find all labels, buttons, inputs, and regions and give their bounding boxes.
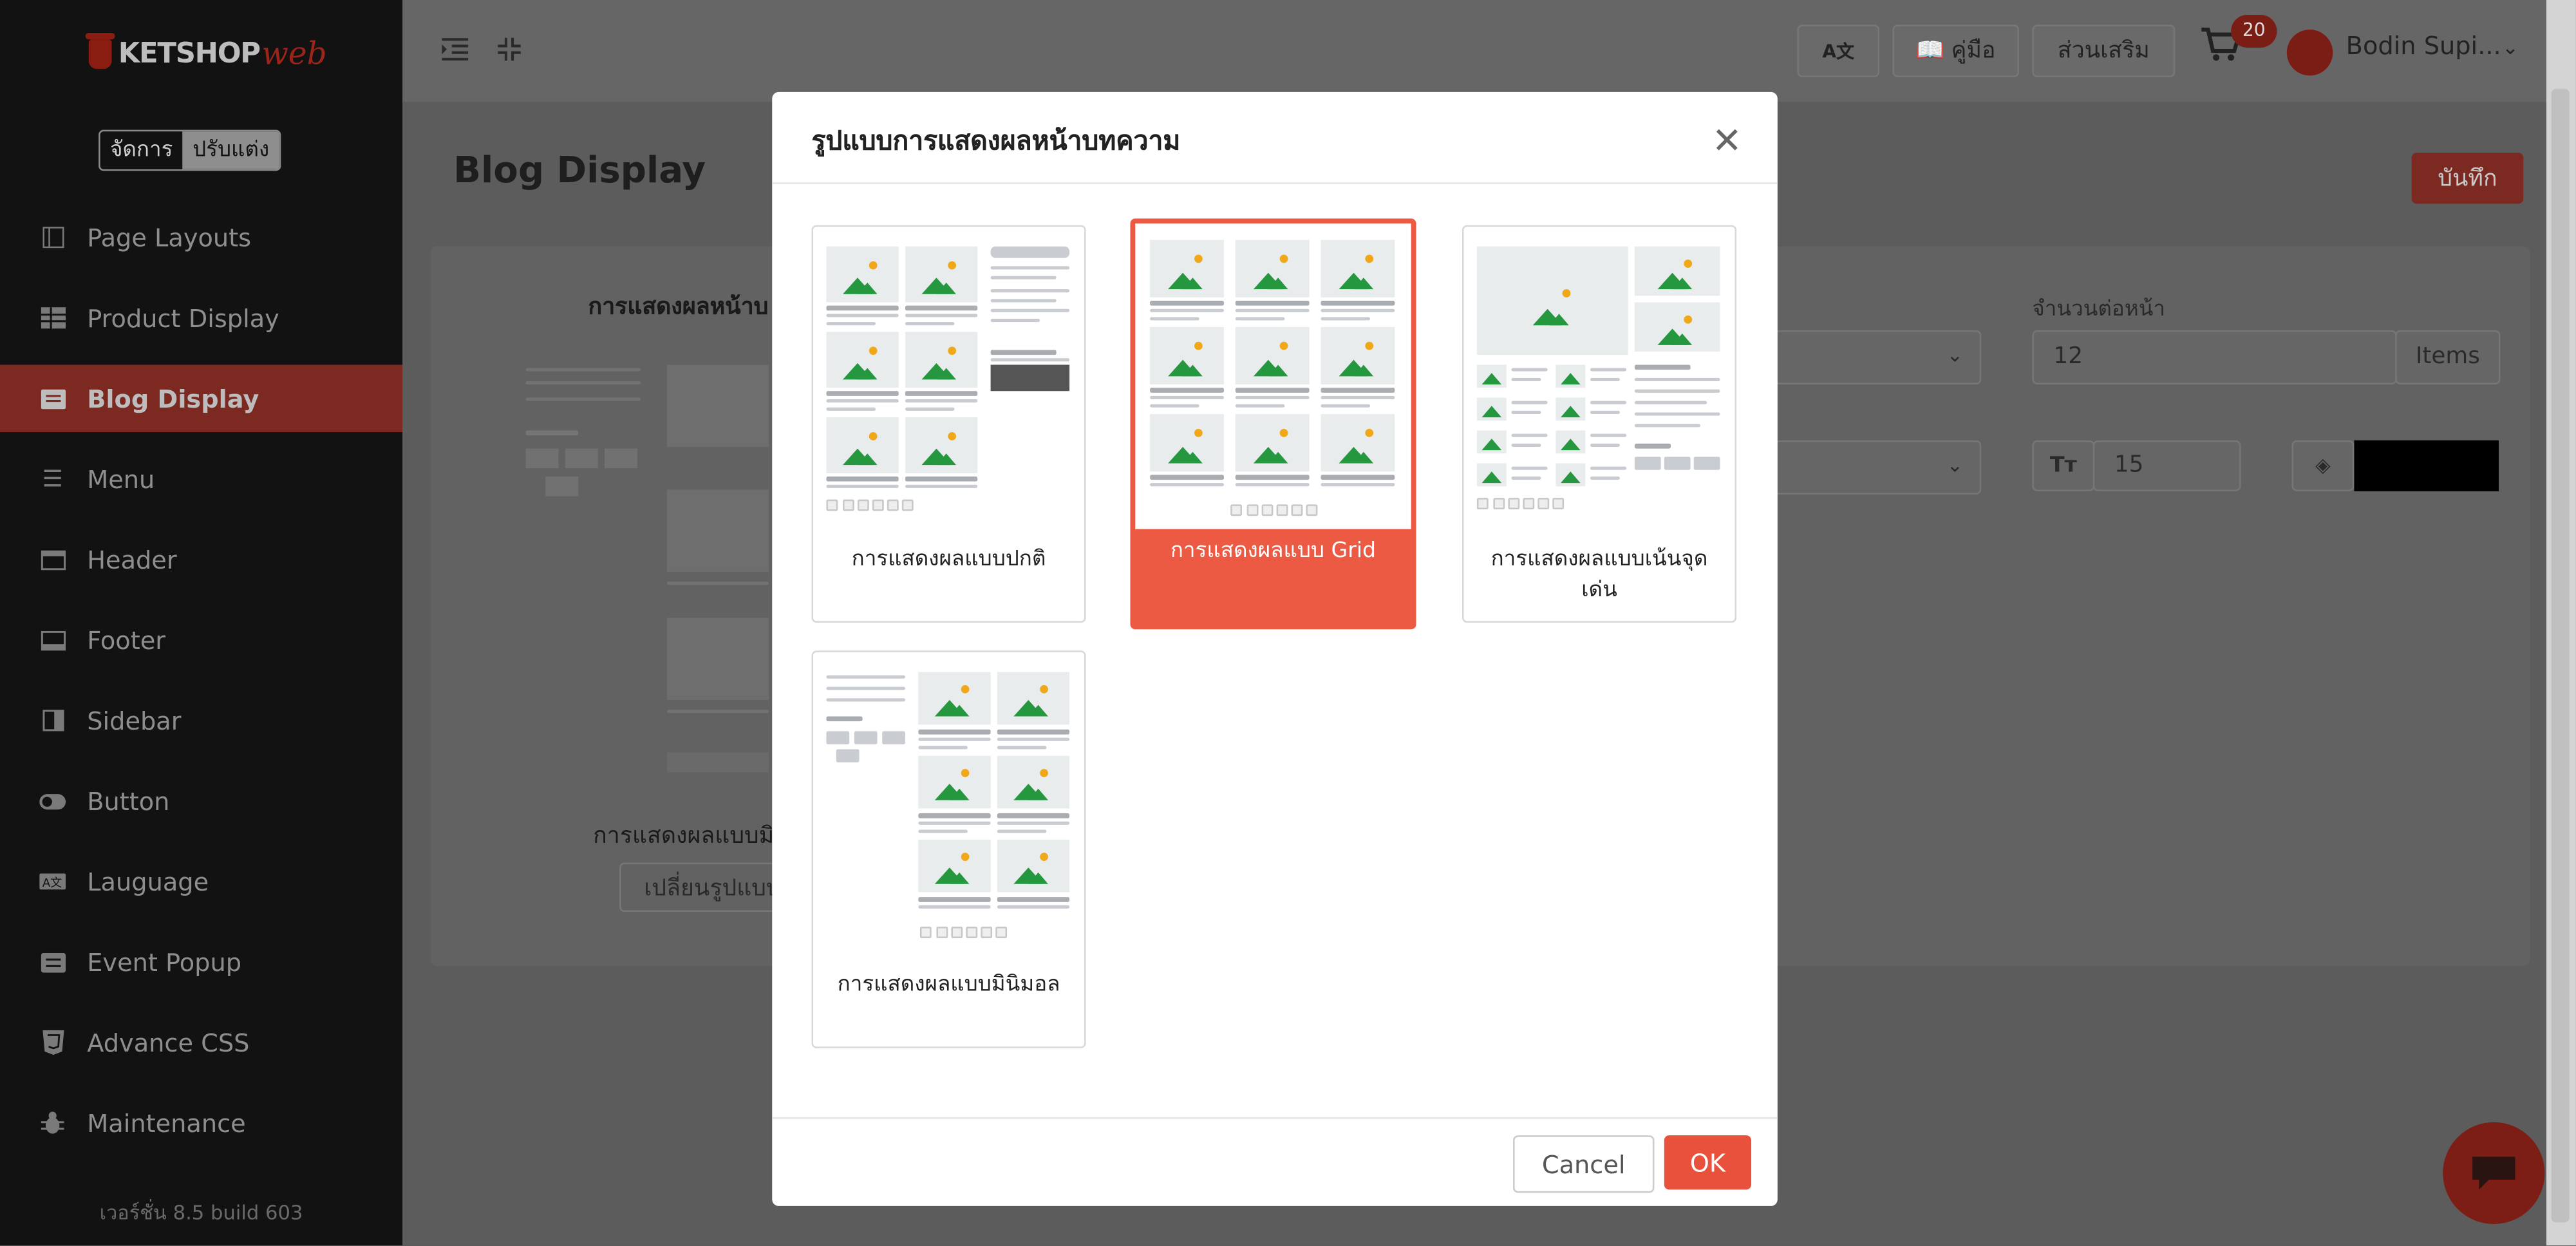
sidebar-icon [39,707,66,733]
option-label: การแสดงผลแบบ Grid [1170,538,1377,564]
option-preview [813,227,1085,531]
blog-icon [39,385,66,411]
chevron-down-icon: ⌄ [1946,453,1964,477]
font-size-icon: Tт [2032,440,2095,491]
cart-count-badge: 20 [2231,14,2277,48]
sidebar-item-blog-display[interactable]: Blog Display [0,364,403,433]
sidebar-item-label: Page Layouts [87,222,252,252]
change-style-button[interactable]: เปลี่ยนรูปแบบ [619,862,777,912]
sidebar-item-label: Event Popup [87,947,242,977]
current-layout-preview [522,364,769,775]
user-name[interactable]: Bodin Supi... [2346,31,2501,61]
layout-icon [39,224,66,250]
fill-color-icon: ◈ [2291,440,2355,491]
layout-option-normal[interactable]: การแสดงผลแบบปกติ [811,225,1086,623]
mode-switch: จัดการ ปรับแต่ง [99,129,281,171]
option-label: การแสดงผลแบบมินิมอล [837,972,1060,997]
sidebar-item-label: Maintenance [87,1108,246,1138]
language-button[interactable]: A文 [1797,24,1880,77]
font-size-input[interactable]: 15 [2092,440,2241,491]
layout-option-featured[interactable]: การแสดงผลแบบเน้นจุดเด่น [1462,225,1737,623]
indent-icon[interactable] [442,36,469,67]
grid-icon [39,305,66,331]
option-preview [1135,223,1411,529]
popup-icon [39,949,66,976]
ok-button[interactable]: OK [1664,1135,1752,1190]
sidebar-item-label: Sidebar [87,705,182,735]
logo-suffix: web [261,36,327,73]
layout-option-minimal[interactable]: การแสดงผลแบบมินิมอล [811,650,1086,1048]
book-icon: 📖 [1915,37,1945,64]
cup-icon [85,33,115,70]
close-icon[interactable]: ✕ [1712,124,1742,161]
chevron-down-icon[interactable]: ⌄ [2502,36,2519,59]
save-button[interactable]: บันทึก [2411,153,2524,204]
menu-icon: ☰ [42,466,63,493]
sidebar-item-button[interactable]: Button [0,768,402,835]
mode-customize-button[interactable]: ปรับแต่ง [182,131,279,169]
sidebar-item-label: Blog Display [87,383,259,413]
sidebar-item-label: Header [87,544,177,574]
translate-icon: A文 [1822,41,1855,62]
footer-icon [39,627,66,653]
per-page-input[interactable]: 12 [2032,330,2397,385]
header-icon [39,546,66,572]
cancel-button[interactable]: Cancel [1513,1135,1655,1193]
sidebar-item-language[interactable]: A文 Lauguage [0,848,402,916]
ketshop-logo[interactable]: KETSHOP web [85,26,327,82]
fullscreen-icon[interactable] [498,36,521,67]
toggle-icon [39,788,66,814]
language-icon: A文 [39,869,66,895]
sidebar-item-label: Menu [87,464,155,494]
sidebar-item-footer[interactable]: Footer [0,607,402,674]
avatar[interactable] [2286,29,2333,76]
scrollbar-thumb[interactable] [2551,88,2570,1223]
version-text: เวอร์ชั่น 8.5 build 603 [99,1201,303,1224]
sidebar-item-maintenance[interactable]: Maintenance [0,1090,402,1157]
option-preview [813,652,1085,957]
chat-icon[interactable] [2443,1122,2545,1224]
option-preview [1463,227,1735,531]
layout-modal: รูปแบบการแสดงผลหน้าบทความ ✕ การแสดงผลแบบ… [772,91,1778,1206]
sidebar-item-label: Advance CSS [87,1028,250,1057]
per-page-unit: Items [2395,330,2501,385]
sidebar: KETSHOP web จัดการ ปรับแต่ง Page Layouts… [0,0,403,1246]
sidebar-item-label: Footer [87,625,166,655]
color-swatch[interactable] [2354,440,2499,491]
logo-text: KETSHOP [118,37,261,71]
divider [772,182,1778,184]
layout-select[interactable]: ⌄ [1774,330,1982,385]
svg-text:A文: A文 [42,876,62,890]
current-style-label: การแสดงผลแบบมิ [593,823,775,850]
addons-label: ส่วนเสริม [2057,37,2150,64]
addons-button[interactable]: ส่วนเสริม [2032,24,2176,77]
option-label: การแสดงผลแบบปกติ [851,547,1046,572]
sidebar-item-sidebar[interactable]: Sidebar [0,687,402,755]
page-title: Blog Display [453,151,706,193]
modal-title: รูปแบบการแสดงผลหน้าบทความ [811,124,1181,156]
sidebar-item-menu[interactable]: ☰ Menu [0,445,402,513]
sidebar-item-advance-css[interactable]: Advance CSS [0,1009,402,1077]
sidebar-item-label: Lauguage [87,866,209,896]
css-icon [39,1030,66,1056]
divider [772,1117,1778,1119]
sidebar-item-header[interactable]: Header [0,526,402,594]
manual-button[interactable]: 📖 คู่มือ [1892,24,2019,77]
layout-option-grid[interactable]: การแสดงผลแบบ Grid [1130,218,1416,630]
sidebar-item-label: Product Display [87,303,279,333]
chevron-down-icon: ⌄ [1946,343,1964,367]
mode-manage-button[interactable]: จัดการ [100,131,183,169]
bug-icon [39,1110,66,1137]
sidebar-item-product-display[interactable]: Product Display [0,284,402,352]
option-label: การแสดงผลแบบเน้นจุดเด่น [1490,547,1708,603]
sidebar-item-page-layouts[interactable]: Page Layouts [0,203,402,271]
manual-label: คู่มือ [1951,37,1996,64]
sidebar-item-label: Button [87,786,170,816]
sidebar-item-event-popup[interactable]: Event Popup [0,929,402,996]
per-page-label: จำนวนต่อหน้า [2032,297,2166,323]
section-title: การแสดงผลหน้าบ [588,294,769,321]
font-select[interactable]: ⌄ [1774,440,1982,495]
